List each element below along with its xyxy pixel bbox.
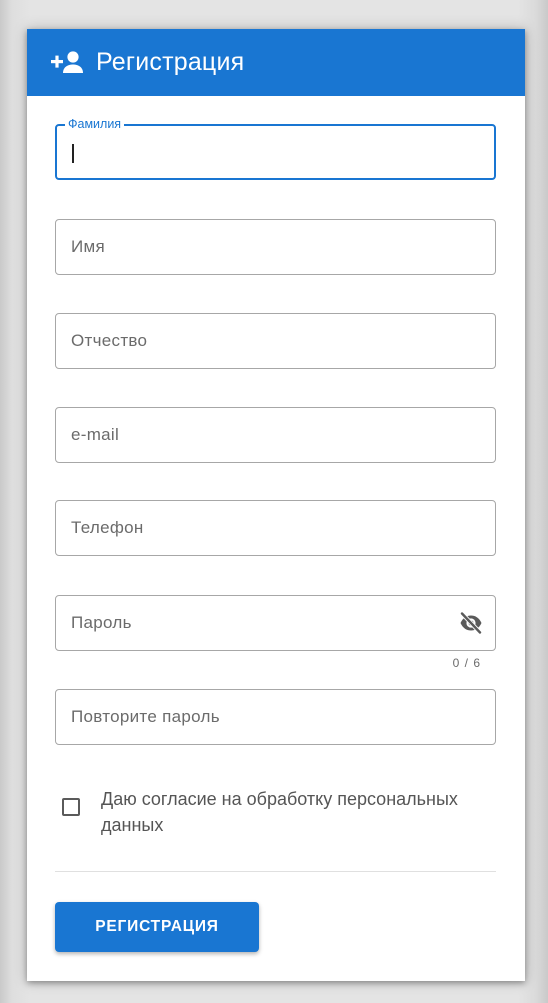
divider: [55, 871, 496, 872]
last-name-field[interactable]: Фамилия: [55, 117, 496, 180]
password-repeat-label: Повторите пароль: [71, 707, 220, 726]
first-name-field[interactable]: Имя: [55, 219, 496, 275]
password-label: Пароль: [71, 613, 132, 632]
page-title: Регистрация: [96, 48, 245, 76]
email-label: e-mail: [71, 425, 120, 444]
eye-off-icon[interactable]: [459, 612, 483, 634]
email-field[interactable]: e-mail: [55, 407, 496, 463]
password-repeat-field[interactable]: Повторите пароль: [55, 689, 496, 745]
password-length-counter: 0 / 6: [452, 656, 481, 670]
person-add-icon: [51, 51, 83, 73]
text-cursor: [72, 144, 74, 163]
phone-field[interactable]: Телефон: [55, 500, 496, 556]
registration-card: Регистрация Фамилия Имя Отчество e-mail …: [27, 29, 525, 981]
middle-name-label: Отчество: [71, 331, 148, 350]
card-header: Регистрация: [27, 29, 525, 96]
phone-label: Телефон: [71, 518, 144, 537]
first-name-label: Имя: [71, 237, 106, 256]
consent-option[interactable]: Даю согласие на обработку персональных д…: [62, 786, 482, 842]
last-name-label: Фамилия: [65, 117, 125, 131]
middle-name-field[interactable]: Отчество: [55, 313, 496, 369]
consent-checkbox[interactable]: [62, 798, 80, 816]
register-button[interactable]: РЕГИСТРАЦИЯ: [55, 902, 259, 952]
password-field[interactable]: Пароль: [55, 595, 496, 651]
consent-label: Даю согласие на обработку персональных д…: [101, 789, 458, 835]
